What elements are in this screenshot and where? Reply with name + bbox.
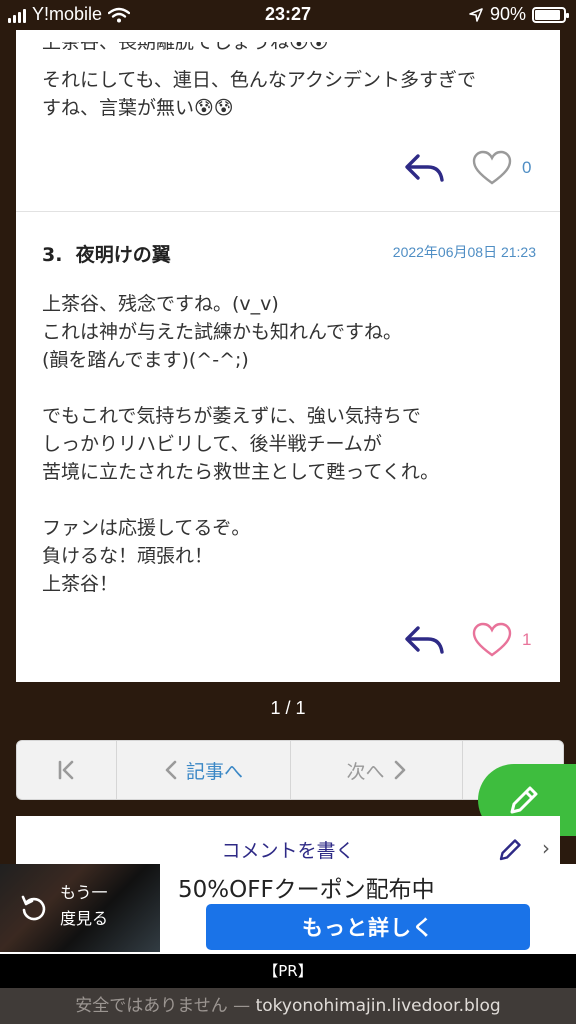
write-comment-card[interactable]: コメントを書く › (16, 816, 560, 864)
like-heart-icon[interactable] (472, 622, 512, 658)
chevron-left-icon (165, 760, 177, 780)
back-to-article-button[interactable]: 記事へ (117, 741, 291, 799)
first-page-icon (58, 760, 73, 780)
like-count: 0 (522, 158, 532, 177)
comment-actions: 1 (404, 622, 536, 658)
address-bar[interactable]: 安全ではありません — tokyonohimajin.livedoor.blog (0, 988, 576, 1024)
previous-comment-cut-line: 上茶谷、長期離脱でしょうね😰😰 (42, 42, 329, 52)
location-arrow-icon (469, 7, 483, 22)
comment-date: 2022年06月08日 21:23 (392, 244, 536, 260)
reply-icon[interactable] (404, 624, 446, 656)
previous-comment-actions: 0 (404, 150, 536, 186)
like-count: 1 (522, 630, 532, 649)
battery-percent: 90% (489, 4, 526, 24)
next-label: 次へ (346, 760, 385, 783)
pencil-icon (510, 786, 538, 814)
next-button[interactable]: 次へ (291, 741, 463, 799)
comment-author: 夜明けの翼 (75, 244, 171, 266)
first-page-button[interactable] (17, 741, 117, 799)
comment-number: 3. (42, 244, 63, 266)
comment-header: 3. 夜明けの翼 (42, 240, 171, 267)
battery-icon (532, 6, 569, 23)
ad-headline: 50%OFFクーポン配布中 (178, 877, 435, 903)
like-heart-icon[interactable] (472, 150, 512, 186)
ad-video-thumbnail[interactable]: もう一 度見る (0, 864, 160, 952)
status-right: 90% (468, 4, 569, 25)
status-bar: Y!mobile 23:27 90% (0, 0, 576, 30)
security-warning: 安全ではありません — (75, 996, 256, 1016)
previous-comment-text: それにしても、連日、色んなアクシデント多すぎで すね、言葉が無い😰😰 (42, 69, 476, 119)
back-to-article-label: 記事へ (185, 760, 243, 783)
ad-cta-button[interactable]: もっと詳しく (206, 904, 530, 950)
chevron-right-icon (394, 760, 405, 780)
chevron-right-icon: › (542, 836, 550, 860)
url-domain: tokyonohimajin.livedoor.blog (255, 996, 501, 1016)
replay-label[interactable]: もう一 度見る (60, 880, 108, 932)
battery-fill (535, 9, 561, 20)
reply-icon[interactable] (404, 152, 446, 184)
replay-label-line-2: 度見る (60, 909, 109, 928)
pencil-icon (499, 839, 521, 861)
pr-label: 【PR】 (0, 954, 576, 988)
page-indicator: 1 / 1 (270, 698, 306, 718)
previous-comment-card: 上茶谷、長期離脱でしょうね😰😰 それにしても、連日、色んなアクシデント多すぎで … (16, 30, 560, 212)
comment-card: 3. 夜明けの翼 2022年06月08日 21:23 上茶谷、残念ですね。(v_… (16, 212, 560, 682)
replay-label-line-1: もう一 (60, 883, 108, 902)
write-comment-label[interactable]: コメントを書く (16, 836, 560, 863)
comment-body: 上茶谷、残念ですね。(v_v) これは神が与えた試練かも知れんですね。 (韻を踏… (42, 293, 440, 595)
ad-banner[interactable]: もう一 度見る 50%OFFクーポン配布中 もっと詳しく (0, 864, 576, 954)
replay-icon (21, 895, 46, 921)
